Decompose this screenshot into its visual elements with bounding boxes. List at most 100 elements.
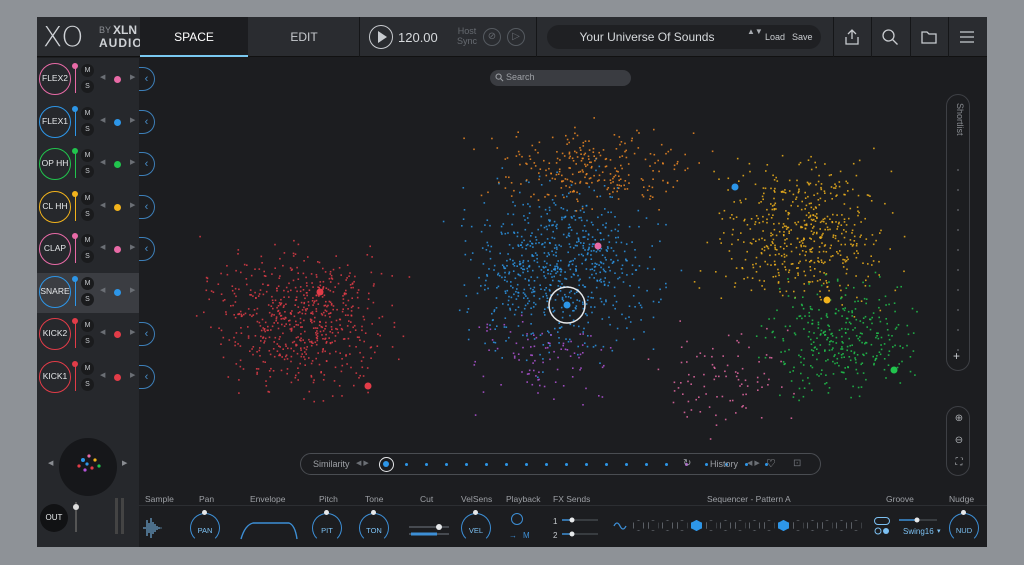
mini-prev-arrow[interactable]: ◀ — [48, 459, 53, 467]
mute-button[interactable]: M — [81, 191, 94, 205]
cl-hh-position-marker[interactable] — [823, 296, 831, 304]
mute-button[interactable]: M — [81, 64, 94, 77]
sample-cloud[interactable] — [139, 58, 987, 458]
load-button[interactable]: Load — [765, 32, 785, 42]
shortlist-slot[interactable] — [957, 309, 959, 311]
mute-button[interactable]: M — [81, 106, 94, 120]
groove-toggle[interactable] — [874, 517, 890, 525]
similarity-step[interactable] — [525, 463, 528, 466]
search-field[interactable]: Search — [490, 70, 631, 86]
prev-sound-arrow[interactable]: ◀ — [100, 243, 105, 251]
zoom-out-icon[interactable]: ⊖ — [952, 435, 966, 449]
play-button[interactable] — [369, 25, 393, 49]
clap-position-marker[interactable] — [594, 242, 602, 250]
track-row-cl-hh[interactable]: CL HH M S ◀ ▶ — [37, 188, 139, 228]
track-level-knob[interactable] — [71, 318, 79, 348]
nudge-knob[interactable]: NUD — [949, 510, 979, 543]
pan-knob[interactable]: PAN — [190, 510, 220, 543]
prev-sound-arrow[interactable]: ◀ — [100, 73, 105, 81]
cut-slider[interactable] — [407, 513, 451, 543]
next-sound-arrow[interactable]: ▶ — [130, 116, 135, 124]
similarity-step[interactable] — [565, 463, 568, 466]
out-volume-fader[interactable] — [73, 502, 79, 532]
sequencer-step[interactable] — [633, 520, 644, 531]
solo-button[interactable]: S — [81, 292, 94, 306]
sequencer-step[interactable] — [763, 520, 775, 531]
host-play-icon[interactable]: ▷ — [507, 28, 525, 46]
groove-link-icon[interactable] — [874, 527, 890, 535]
track-pad[interactable]: FLEX2 — [39, 63, 71, 95]
track-pad[interactable]: KICK1 — [39, 360, 71, 393]
shortlist-slot[interactable] — [957, 169, 959, 171]
sequencer-step[interactable] — [647, 520, 659, 531]
track-level-knob[interactable] — [71, 275, 79, 306]
similarity-step[interactable] — [485, 463, 488, 466]
track-row-flex1[interactable]: FLEX1 M S ◀ ▶ — [37, 103, 139, 143]
similarity-step[interactable] — [545, 463, 548, 466]
track-pad[interactable]: SNARE — [39, 275, 71, 308]
prev-sound-arrow[interactable]: ◀ — [100, 328, 105, 336]
flex1-position-marker[interactable] — [731, 183, 739, 191]
similarity-step[interactable] — [625, 463, 628, 466]
menu-icon[interactable] — [948, 17, 986, 57]
sequencer-wave-icon[interactable] — [613, 519, 629, 533]
shortlist-slot[interactable] — [957, 209, 959, 211]
tab-space[interactable]: SPACE — [140, 17, 248, 57]
mute-button[interactable]: M — [81, 149, 94, 162]
track-level-knob[interactable] — [71, 148, 79, 178]
track-pad[interactable]: CL HH — [39, 190, 71, 223]
similarity-step[interactable] — [425, 463, 428, 466]
zoom-fit-icon[interactable]: ⛶ — [952, 457, 966, 471]
prev-sound-arrow[interactable]: ◀ — [100, 201, 105, 209]
shortlist-slot[interactable] — [957, 349, 959, 351]
sequencer-step[interactable] — [720, 520, 731, 531]
next-sound-arrow[interactable]: ▶ — [130, 73, 135, 81]
track-level-knob[interactable] — [71, 105, 79, 136]
next-sound-arrow[interactable]: ▶ — [130, 286, 135, 294]
prev-sound-arrow[interactable]: ◀ — [100, 286, 105, 294]
sequencer-step[interactable] — [792, 520, 804, 531]
shortlist-slot[interactable] — [957, 329, 959, 331]
playback-direction-icon[interactable] — [511, 513, 523, 525]
folder-icon[interactable] — [910, 17, 948, 57]
mute-button[interactable]: M — [81, 276, 94, 290]
similarity-step[interactable] — [605, 463, 608, 466]
export-icon[interactable] — [833, 17, 871, 57]
out-button[interactable]: OUT — [40, 504, 68, 532]
search-icon[interactable] — [871, 17, 909, 57]
fx-send-sliders[interactable] — [560, 515, 600, 543]
save-button[interactable]: Save — [792, 32, 813, 42]
preset-selector[interactable]: Your Universe Of Sounds ▲▼ Load Save — [547, 25, 821, 49]
randomize-icon[interactable]: ⊡ — [793, 458, 801, 469]
swing-value[interactable]: Swing16 — [903, 527, 934, 536]
sequencer-step[interactable] — [850, 520, 862, 531]
preset-name[interactable]: Your Universe Of Sounds — [547, 30, 747, 44]
similarity-step[interactable] — [465, 463, 468, 466]
shortlist-slot[interactable] — [957, 269, 959, 271]
similarity-step[interactable] — [665, 463, 668, 466]
track-level-knob[interactable] — [71, 190, 79, 221]
tempo-value[interactable]: 120.00 — [398, 30, 438, 45]
kick1-position-marker[interactable] — [316, 288, 324, 296]
swing-slider[interactable] — [897, 515, 939, 525]
next-sound-arrow[interactable]: ▶ — [130, 371, 135, 379]
sequencer-step[interactable] — [807, 520, 818, 531]
track-row-kick1[interactable]: KICK1 M S ◀ ▶ — [37, 358, 139, 398]
similarity-step[interactable] — [705, 463, 708, 466]
similarity-step[interactable] — [585, 463, 588, 466]
sequencer-step[interactable] — [734, 520, 746, 531]
next-sound-arrow[interactable]: ▶ — [130, 158, 135, 166]
solo-button[interactable]: S — [81, 335, 94, 348]
swing-dropdown-icon[interactable]: ▾ — [937, 527, 941, 535]
track-pad[interactable]: OP HH — [39, 148, 71, 180]
history-arrows[interactable]: ◀ ▶ — [747, 459, 760, 467]
search-input[interactable]: Search — [506, 72, 535, 82]
envelope-display[interactable] — [239, 513, 299, 543]
track-row-kick2[interactable]: KICK2 M S ◀ ▶ — [37, 315, 139, 355]
prev-sound-arrow[interactable]: ◀ — [100, 158, 105, 166]
sequencer-step[interactable] — [749, 520, 760, 531]
similarity-step[interactable] — [645, 463, 648, 466]
pitch-knob[interactable]: PIT — [312, 510, 342, 543]
next-sound-arrow[interactable]: ▶ — [130, 243, 135, 251]
sequencer-step[interactable] — [836, 520, 847, 531]
